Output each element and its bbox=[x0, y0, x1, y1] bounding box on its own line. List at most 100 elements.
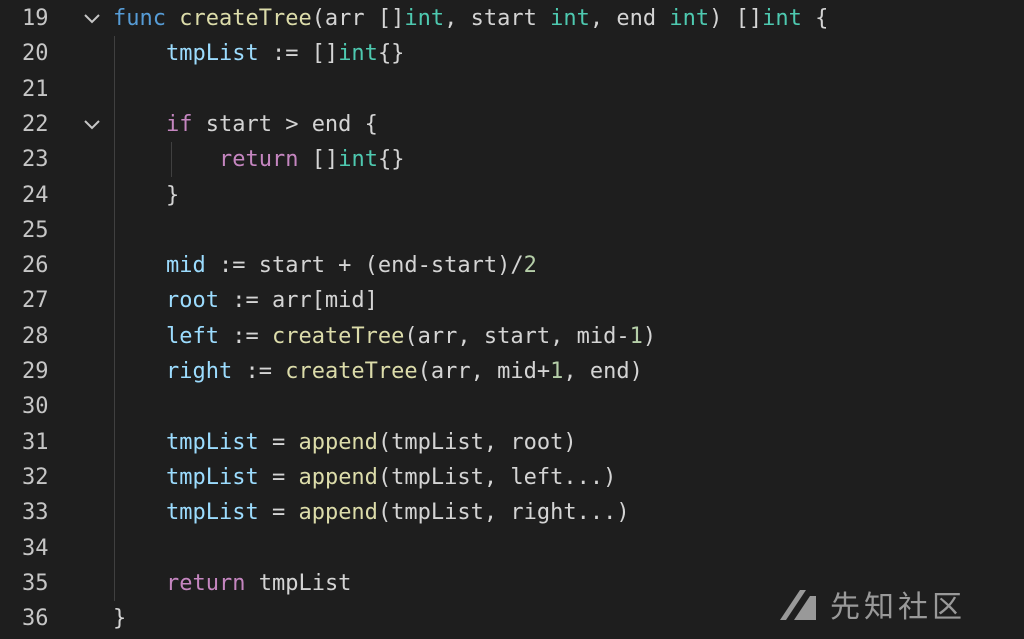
code-token: (tmpList, right...) bbox=[377, 500, 630, 526]
code-token: left bbox=[165, 323, 219, 349]
code-line[interactable]: 22 if start > end { bbox=[0, 107, 1024, 142]
indent-guide bbox=[114, 36, 115, 602]
code-text: func createTree(arr []int, start int, en… bbox=[113, 1, 828, 36]
code-token: } bbox=[113, 606, 127, 632]
code-token: return bbox=[218, 147, 299, 173]
line-number: 30 bbox=[22, 394, 49, 420]
code-token: { bbox=[801, 6, 829, 31]
watermark: 先知社区 bbox=[778, 580, 1008, 628]
code-token: := start + (end-start)/ bbox=[205, 253, 524, 279]
code-token: int bbox=[550, 6, 590, 31]
code-token: } bbox=[113, 182, 180, 208]
line-number: 25 bbox=[22, 217, 49, 243]
code-token: = bbox=[258, 464, 299, 490]
code-token: mid bbox=[165, 253, 206, 279]
code-text: return tmpList bbox=[113, 566, 351, 601]
code-token: [] bbox=[298, 147, 339, 173]
code-text: tmpList = append(tmpList, left...) bbox=[113, 460, 616, 495]
code-text: right := createTree(arr, mid+1, end) bbox=[113, 354, 643, 389]
line-number: 28 bbox=[22, 323, 49, 349]
code-token: := [] bbox=[258, 41, 339, 67]
line-number: 33 bbox=[22, 500, 49, 526]
code-token: int bbox=[669, 6, 710, 31]
code-token: = bbox=[258, 500, 299, 526]
code-line[interactable]: 24 } bbox=[0, 178, 1024, 213]
code-line[interactable]: 29 right := createTree(arr, mid+1, end) bbox=[0, 354, 1024, 389]
code-token: func bbox=[113, 6, 166, 31]
watermark-text: 先知社区 bbox=[830, 590, 966, 625]
code-token: root bbox=[165, 288, 219, 314]
code-text: } bbox=[113, 178, 179, 213]
code-token: start > end { bbox=[192, 111, 378, 137]
code-line[interactable]: 23 return []int{} bbox=[0, 142, 1024, 177]
line-number: 19 bbox=[22, 6, 49, 31]
line-number: 32 bbox=[22, 464, 49, 490]
code-token: int bbox=[338, 147, 378, 173]
code-token: createTree bbox=[285, 359, 418, 384]
code-text: root := arr[mid] bbox=[113, 283, 378, 318]
code-line[interactable]: 30 bbox=[0, 389, 1024, 424]
code-token: createTree bbox=[271, 323, 405, 349]
code-text: mid := start + (end-start)/2 bbox=[113, 248, 537, 283]
line-number: 27 bbox=[22, 288, 49, 314]
code-line[interactable]: 34 bbox=[0, 531, 1024, 566]
code-text: tmpList = append(tmpList, right...) bbox=[113, 495, 630, 530]
code-token: (arr, start, mid- bbox=[404, 323, 630, 349]
code-token: 1 bbox=[550, 359, 564, 384]
code-token: , start bbox=[444, 6, 551, 31]
code-editor[interactable]: 19 func createTree(arr []int, start int, … bbox=[0, 0, 1024, 639]
xianzhi-logo-icon bbox=[780, 590, 816, 620]
code-line[interactable]: 33 tmpList = append(tmpList, right...) bbox=[0, 495, 1024, 530]
code-line[interactable]: 20 tmpList := []int{} bbox=[0, 36, 1024, 71]
code-token: tmpList bbox=[245, 570, 352, 596]
code-line[interactable]: 25 bbox=[0, 213, 1024, 248]
code-token: createTree bbox=[179, 6, 312, 31]
code-line[interactable]: 28 left := createTree(arr, start, mid-1) bbox=[0, 319, 1024, 354]
code-token: int bbox=[404, 6, 445, 31]
line-number: 31 bbox=[22, 429, 49, 455]
code-text: if start > end { bbox=[113, 107, 378, 142]
code-line[interactable]: 31 tmpList = append(tmpList, root) bbox=[0, 425, 1024, 460]
code-token: := bbox=[232, 359, 286, 384]
code-token: := arr[mid] bbox=[218, 288, 378, 314]
code-token: int bbox=[762, 6, 802, 31]
code-line[interactable]: 32 tmpList = append(tmpList, left...) bbox=[0, 460, 1024, 495]
code-token: , end) bbox=[563, 359, 643, 384]
code-token: 1 bbox=[629, 323, 643, 349]
code-token: append bbox=[298, 429, 378, 455]
code-token: , end bbox=[589, 6, 670, 31]
code-line[interactable]: 26 mid := start + (end-start)/2 bbox=[0, 248, 1024, 283]
code-token: {} bbox=[377, 41, 405, 67]
code-token: = bbox=[258, 429, 299, 455]
code-token: append bbox=[298, 464, 378, 490]
chevron-down-icon[interactable] bbox=[82, 1, 102, 36]
line-number: 24 bbox=[22, 182, 49, 208]
line-number: 35 bbox=[22, 570, 49, 596]
code-token: (tmpList, left...) bbox=[377, 464, 617, 490]
code-token: append bbox=[298, 500, 378, 526]
code-text: } bbox=[113, 601, 126, 636]
code-token: (arr [] bbox=[311, 6, 405, 31]
indent-guide bbox=[171, 142, 172, 178]
code-text: return []int{} bbox=[113, 142, 404, 177]
chevron-down-icon[interactable] bbox=[82, 107, 102, 142]
code-text: tmpList := []int{} bbox=[113, 36, 404, 71]
code-token: ) bbox=[642, 323, 657, 349]
code-token: ) [] bbox=[709, 6, 763, 31]
code-line[interactable]: 21 bbox=[0, 72, 1024, 107]
line-number: 23 bbox=[22, 147, 49, 173]
code-token: tmpList bbox=[165, 464, 259, 490]
code-line[interactable]: 27 root := arr[mid] bbox=[0, 283, 1024, 318]
code-text: tmpList = append(tmpList, root) bbox=[113, 425, 577, 460]
code-line[interactable]: 19 func createTree(arr []int, start int, … bbox=[0, 1, 1024, 36]
code-token: return bbox=[165, 570, 246, 596]
line-number: 21 bbox=[22, 76, 49, 102]
